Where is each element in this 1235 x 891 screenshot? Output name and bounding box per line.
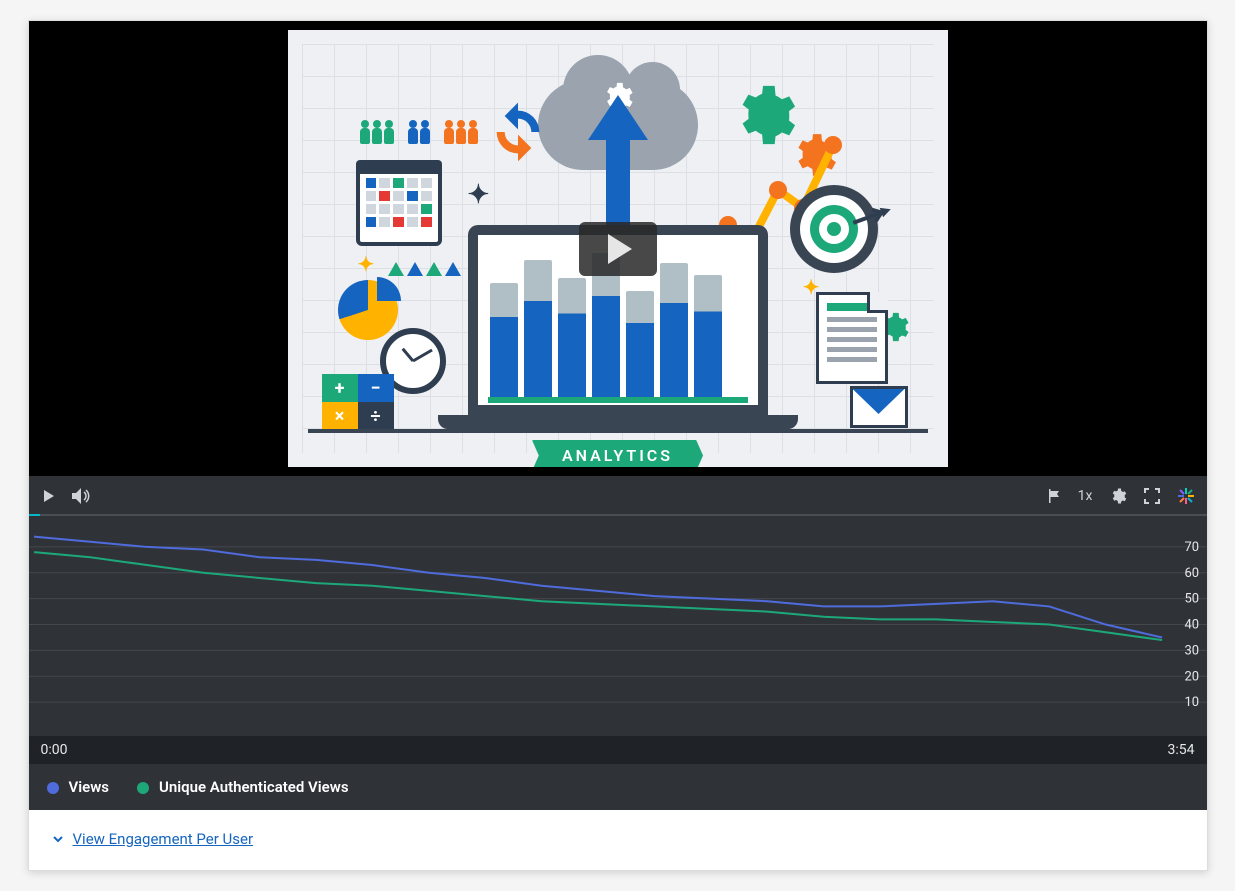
time-end: 3:54 xyxy=(1168,742,1195,758)
svg-text:40: 40 xyxy=(1184,618,1199,633)
refresh-icon xyxy=(486,100,550,164)
expand-section: View Engagement Per User xyxy=(29,810,1207,870)
plus-icon: ✦ xyxy=(468,180,490,210)
people-icon xyxy=(360,120,478,144)
expand-link-label: View Engagement Per User xyxy=(73,830,254,848)
video-player: +−×÷ ✦ ✦ ✦ xyxy=(29,21,1207,476)
legend-unique-views: Unique Authenticated Views xyxy=(137,778,349,796)
legend-views: Views xyxy=(47,778,110,796)
chevron-down-icon xyxy=(51,832,65,846)
document-icon xyxy=(816,292,888,384)
pie-chart-icon xyxy=(338,280,398,340)
svg-text:30: 30 xyxy=(1184,643,1199,658)
brand-spark-icon[interactable] xyxy=(1177,487,1195,505)
video-thumbnail: +−×÷ ✦ ✦ ✦ xyxy=(288,30,948,467)
svg-text:20: 20 xyxy=(1184,669,1199,684)
calculator-icon: +−×÷ xyxy=(322,374,394,430)
view-engagement-per-user-link[interactable]: View Engagement Per User xyxy=(51,830,254,848)
plus-icon: ✦ xyxy=(358,252,375,276)
analytics-panel: +−×÷ ✦ ✦ ✦ xyxy=(28,20,1208,871)
chart-legend: Views Unique Authenticated Views xyxy=(29,764,1207,810)
settings-gear-icon[interactable] xyxy=(1109,487,1127,505)
svg-text:70: 70 xyxy=(1184,540,1199,555)
play-icon[interactable] xyxy=(41,488,57,504)
player-controls: 1x xyxy=(29,476,1207,516)
svg-text:60: 60 xyxy=(1184,566,1199,581)
plus-icon: ✦ xyxy=(803,275,820,299)
svg-text:50: 50 xyxy=(1184,592,1199,607)
volume-icon[interactable] xyxy=(71,487,91,505)
svg-text:10: 10 xyxy=(1184,695,1199,710)
triangles-icon xyxy=(388,262,461,276)
target-icon xyxy=(790,185,878,273)
fullscreen-icon[interactable] xyxy=(1143,487,1161,505)
engagement-chart: 10 20 30 40 50 60 70 0:00 3:54 Views Unique Au… xyxy=(29,516,1207,810)
flag-icon[interactable] xyxy=(1046,488,1062,504)
playback-speed[interactable]: 1x xyxy=(1078,488,1093,504)
play-button[interactable] xyxy=(579,222,657,276)
time-start: 0:00 xyxy=(41,742,68,758)
thumbnail-banner: ANALYTICS xyxy=(532,440,703,467)
envelope-icon xyxy=(850,386,908,428)
calendar-icon xyxy=(356,160,442,246)
engagement-chart-svg: 10 20 30 40 50 60 70 xyxy=(29,526,1207,736)
chart-time-axis: 0:00 3:54 xyxy=(29,736,1207,764)
